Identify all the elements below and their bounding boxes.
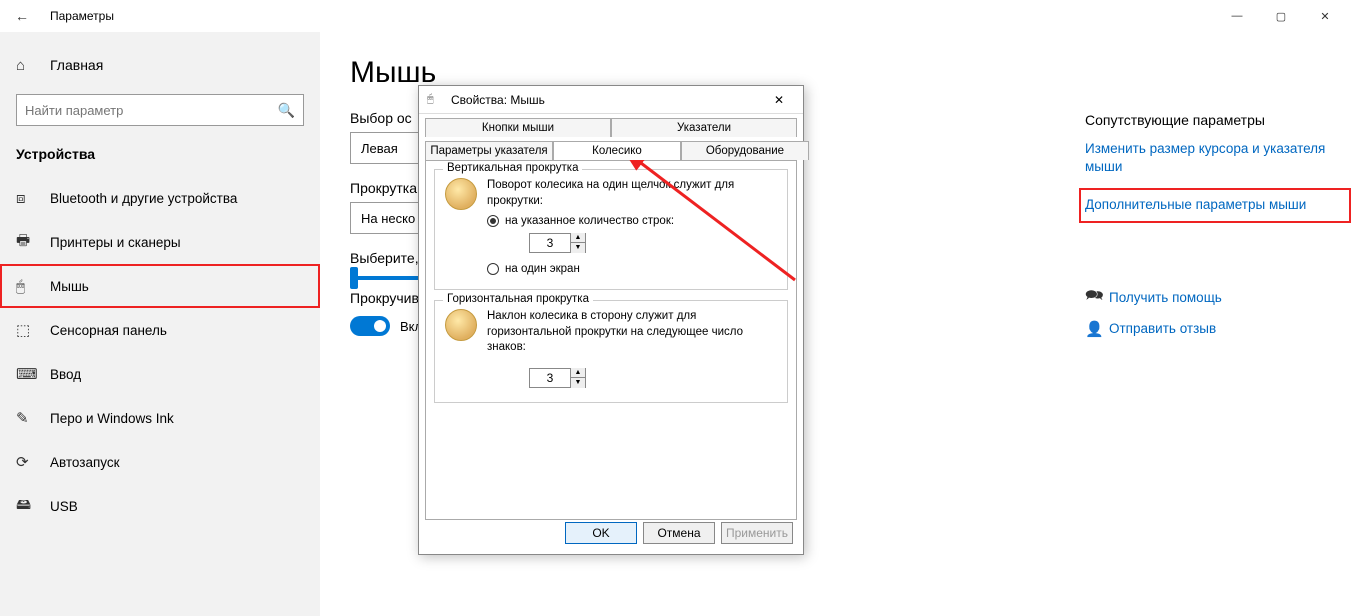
toggle-track [350, 316, 390, 336]
titlebar: ← Параметры — ▢ ✕ [0, 0, 1355, 32]
link-additional-mouse-options[interactable]: Дополнительные параметры мыши [1079, 188, 1351, 222]
tab-hardware[interactable]: Оборудование [681, 141, 809, 160]
sidebar: ⌂ Главная 🔍 Устройства ⧈ Bluetooth и дру… [0, 32, 320, 616]
back-button[interactable]: ← [8, 8, 36, 24]
spinner-up[interactable]: ▲ [571, 233, 585, 243]
sidebar-item-mouse[interactable]: 🖱 Мышь [0, 264, 320, 308]
search-box[interactable]: 🔍 [16, 94, 304, 126]
hscroll-chars-spinner[interactable]: ▲ ▼ [529, 368, 586, 388]
sidebar-item-label: Перо и Windows Ink [50, 411, 174, 426]
radio-icon [487, 215, 499, 227]
vertical-scroll-group: Вертикальная прокрутка Поворот колесика … [434, 169, 788, 290]
spinner-down[interactable]: ▼ [571, 378, 585, 388]
ok-button[interactable]: OK [565, 522, 637, 544]
vscroll-lines-spinner[interactable]: ▲ ▼ [529, 233, 586, 253]
dropdown-value: На неско [361, 211, 415, 226]
sidebar-item-label: Принтеры и сканеры [50, 235, 181, 250]
dialog-titlebar[interactable]: 🖱 Свойства: Мышь ✕ [419, 86, 803, 114]
sidebar-item-label: USB [50, 499, 78, 514]
close-button[interactable]: ✕ [1303, 1, 1347, 31]
sidebar-item-label: Bluetooth и другие устройства [50, 191, 237, 206]
sidebar-item-printers[interactable]: 🖶 Принтеры и сканеры [0, 220, 320, 264]
sidebar-item-bluetooth[interactable]: ⧈ Bluetooth и другие устройства [0, 176, 320, 220]
sidebar-item-typing[interactable]: ⌨ Ввод [0, 352, 320, 396]
slider-thumb[interactable] [350, 267, 358, 289]
sidebar-item-autoplay[interactable]: ⟳ Автозапуск [0, 440, 320, 484]
sidebar-item-usb[interactable]: 🖴 USB [0, 484, 320, 528]
dialog-tabs-row2: Параметры указателя Колесико Оборудовани… [425, 141, 809, 160]
wheel-icon [445, 178, 477, 210]
window-controls: — ▢ ✕ [1215, 1, 1347, 31]
sidebar-item-label: Автозапуск [50, 455, 120, 470]
vscroll-lines-input[interactable] [530, 236, 570, 250]
keyboard-icon: ⌨ [16, 365, 38, 383]
sidebar-item-touchpad[interactable]: ⬚ Сенсорная панель [0, 308, 320, 352]
vscroll-desc: Поворот колесика на один щелчок служит д… [487, 178, 777, 209]
radio-icon [487, 263, 499, 275]
search-input[interactable] [25, 103, 278, 118]
spinner-up[interactable]: ▲ [571, 368, 585, 378]
feedback-label: Отправить отзыв [1109, 321, 1216, 336]
dialog-close-button[interactable]: ✕ [763, 93, 795, 107]
mouse-properties-dialog: 🖱 Свойства: Мышь ✕ Кнопки мыши Указатели… [418, 85, 804, 555]
dialog-tabs-row1: Кнопки мыши Указатели [425, 118, 797, 137]
pen-icon: ✎ [16, 409, 38, 427]
radio-screen[interactable]: на один экран [487, 263, 777, 275]
related-title: Сопутствующие параметры [1085, 112, 1345, 128]
mouse-icon: 🖱 [16, 278, 38, 295]
touchpad-icon: ⬚ [16, 321, 38, 339]
dropdown-value: Левая [361, 141, 398, 156]
dialog-title: Свойства: Мышь [451, 93, 545, 107]
hscroll-chars-input[interactable] [530, 371, 570, 385]
minimize-button[interactable]: — [1215, 1, 1259, 31]
spinner-down[interactable]: ▼ [571, 243, 585, 253]
tab-wheel[interactable]: Колесико [553, 141, 681, 160]
sidebar-group-header: Устройства [0, 140, 320, 176]
feedback-icon: 👤 [1085, 320, 1109, 338]
toggle-thumb [374, 320, 386, 332]
autoplay-icon: ⟳ [16, 453, 38, 471]
window-title: Параметры [36, 9, 114, 23]
apply-button[interactable]: Применить [721, 522, 793, 544]
link-cursor-size[interactable]: Изменить размер курсора и указателя мыши [1085, 140, 1345, 176]
hscroll-legend: Горизонтальная прокрутка [443, 293, 593, 305]
sidebar-item-label: Ввод [50, 367, 81, 382]
related-settings: Сопутствующие параметры Изменить размер … [1085, 112, 1345, 338]
tab-pointers[interactable]: Указатели [611, 118, 797, 137]
usb-icon: 🖴 [16, 494, 38, 519]
mouse-dialog-icon: 🖱 [427, 93, 445, 106]
tab-buttons[interactable]: Кнопки мыши [425, 118, 611, 137]
inactive-scroll-toggle[interactable]: Вкл [350, 316, 422, 336]
printer-icon: 🖶 [16, 230, 38, 255]
wheel-icon [445, 309, 477, 341]
sidebar-item-pen[interactable]: ✎ Перо и Windows Ink [0, 396, 320, 440]
search-icon: 🔍 [278, 102, 295, 119]
radio-lines[interactable]: на указанное количество строк: [487, 215, 777, 227]
dialog-body: Вертикальная прокрутка Поворот колесика … [425, 160, 797, 520]
help-label: Получить помощь [1109, 290, 1222, 305]
sidebar-item-label: Мышь [50, 279, 89, 294]
home-icon: ⌂ [16, 57, 38, 74]
vscroll-legend: Вертикальная прокрутка [443, 162, 582, 174]
feedback-link[interactable]: 👤 Отправить отзыв [1085, 320, 1345, 338]
help-link[interactable]: 🗪 Получить помощь [1085, 285, 1345, 310]
maximize-button[interactable]: ▢ [1259, 1, 1303, 31]
help-icon: 🗪 [1085, 285, 1109, 310]
hscroll-desc: Наклон колесика в сторону служит для гор… [487, 309, 777, 356]
sidebar-item-label: Сенсорная панель [50, 323, 167, 338]
home-nav[interactable]: ⌂ Главная [0, 42, 320, 88]
radio-label: на указанное количество строк: [505, 215, 674, 227]
radio-label: на один экран [505, 263, 580, 275]
tab-pointer-options[interactable]: Параметры указателя [425, 141, 553, 160]
bluetooth-icon: ⧈ [16, 190, 38, 207]
horizontal-scroll-group: Горизонтальная прокрутка Наклон колесика… [434, 300, 788, 403]
home-label: Главная [50, 57, 103, 73]
dialog-buttons: OK Отмена Применить [565, 522, 793, 544]
cancel-button[interactable]: Отмена [643, 522, 715, 544]
